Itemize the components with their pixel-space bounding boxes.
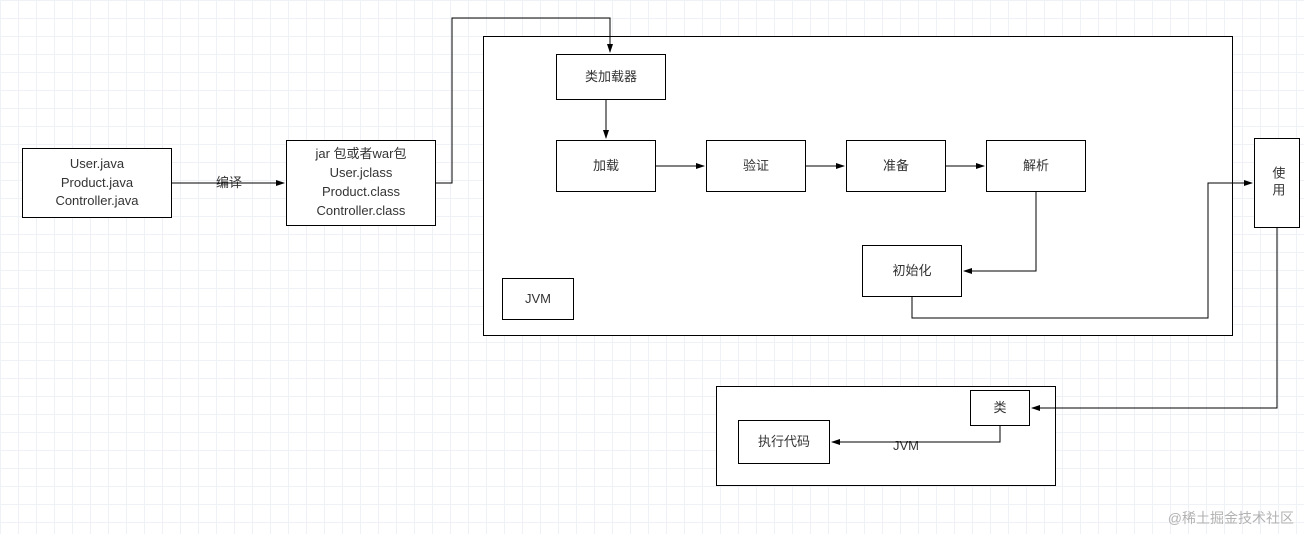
init-text: 初始化	[892, 262, 931, 281]
exec-text: 执行代码	[758, 433, 810, 452]
jar-text: jar 包或者war包 User.jclass Product.class Co…	[315, 145, 406, 220]
classloader-text: 类加载器	[585, 68, 637, 87]
jvm-label-box: JVM	[502, 278, 574, 320]
classloader-box: 类加载器	[556, 54, 666, 100]
class-box: 类	[970, 390, 1030, 426]
jvm2-label: JVM	[893, 438, 919, 453]
verify-box: 验证	[706, 140, 806, 192]
resolve-box: 解析	[986, 140, 1086, 192]
resolve-text: 解析	[1023, 157, 1049, 176]
compile-label: 编译	[216, 172, 242, 191]
class-text: 类	[993, 399, 1006, 418]
prepare-text: 准备	[883, 157, 909, 176]
load-text: 加载	[593, 157, 619, 176]
load-box: 加载	[556, 140, 656, 192]
source-files-box: User.java Product.java Controller.java	[22, 148, 172, 218]
init-box: 初始化	[862, 245, 962, 297]
jar-box: jar 包或者war包 User.jclass Product.class Co…	[286, 140, 436, 226]
verify-text: 验证	[743, 157, 769, 176]
watermark: @稀土掘金技术社区	[1168, 508, 1294, 528]
prepare-box: 准备	[846, 140, 946, 192]
use-box: 使用	[1254, 138, 1300, 228]
use-text: 使用	[1268, 166, 1287, 200]
exec-box: 执行代码	[738, 420, 830, 464]
jvm-label: JVM	[525, 290, 551, 309]
source-files-text: User.java Product.java Controller.java	[55, 155, 138, 212]
